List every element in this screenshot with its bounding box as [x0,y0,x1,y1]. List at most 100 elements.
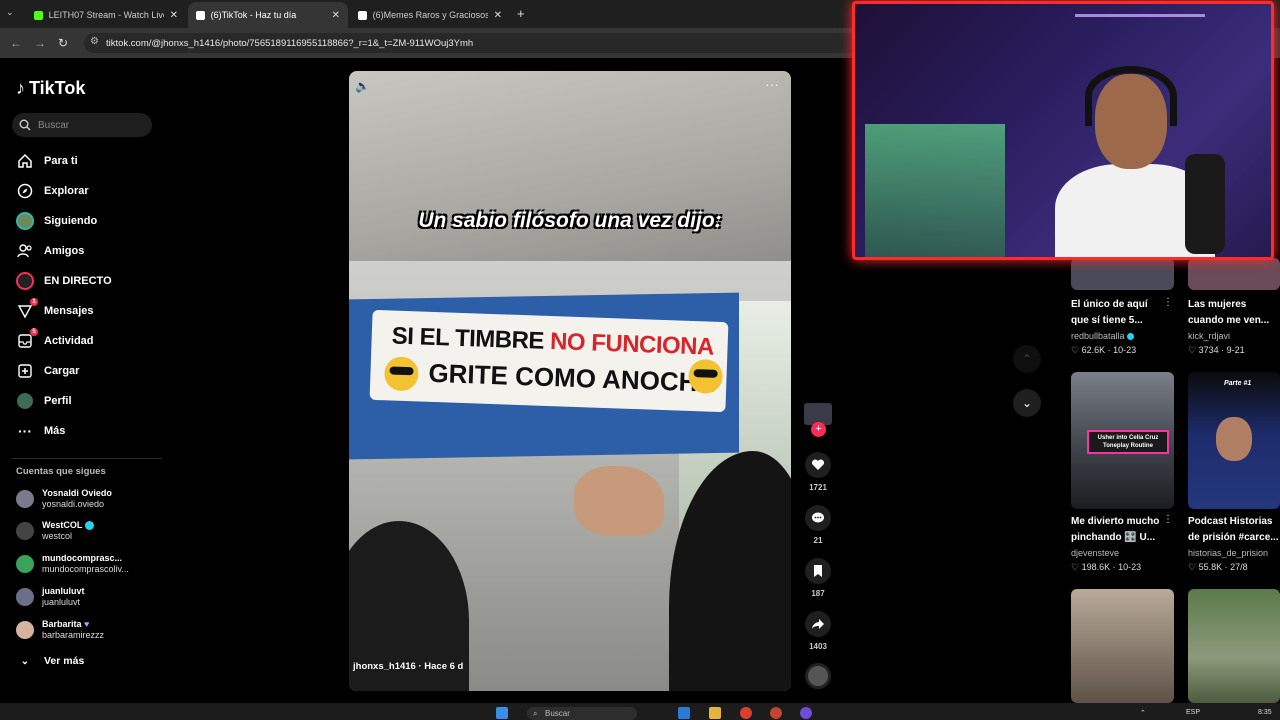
site-info-icon[interactable]: ⚙ [90,36,99,47]
video-sign: SI EL TIMBRE NO FUNCIONA GRITE COMO ANOC… [369,309,729,413]
feed-thumbnail[interactable]: Parte #1 [1188,372,1280,509]
feed-card-title[interactable]: Podcast Historias de prisión #carce... [1188,514,1279,546]
menu-item-en-directo[interactable]: EN DIRECTO [16,269,112,293]
video-scene [349,71,791,271]
reload-icon[interactable]: ↻ [58,36,68,50]
menu-item-para-ti[interactable]: Para ti [16,149,78,173]
store-icon[interactable] [678,707,690,719]
feed-card-title[interactable]: Me divierto mucho pinchando 🎛️ U... [1071,514,1159,546]
search-input[interactable]: Buscar [12,113,152,137]
next-video-button[interactable]: ⌄ [1013,389,1041,417]
tab-tiktok-home[interactable]: (6)TikTok - Haz tu día ✕ [188,2,348,28]
new-tab-button[interactable]: + [517,6,525,21]
save-button[interactable]: 187 [801,558,835,598]
like-button[interactable]: 1721 [801,452,835,492]
feed-card-user[interactable]: redbullbatalla [1071,331,1135,341]
followed-account[interactable]: mundocomprasc... mundocomprascoliv... [16,550,129,578]
post-date: 10-23 [1118,562,1142,572]
feed-card-stats: ♡ 3734 · 9-21 [1188,345,1245,355]
video-author[interactable]: jhonxs_h1416 · Hace 6 d [353,661,463,672]
close-tab-icon[interactable]: ✕ [332,10,340,21]
clock[interactable]: 8:35 [1258,709,1272,716]
feed-card-title[interactable]: El único de aquí que sí tiene 5... [1071,297,1148,329]
webcam-streamer [1055,66,1215,257]
tab-tiktok-memes[interactable]: (6)Memes Raros y Graciosos pa ✕ [350,2,510,28]
followed-account[interactable]: Barbarita ♥ barbaramirezzz [16,616,104,644]
tab-label: LEITH07 Stream - Watch Live o [48,10,164,20]
see-more-button[interactable]: ⌄ Ver más [16,649,85,673]
upload-icon [16,362,34,380]
close-tab-icon[interactable]: ✕ [170,10,178,21]
previous-video-button[interactable]: ⌃ [1013,345,1041,373]
tab-list-chevron-icon[interactable]: ⌄ [6,7,14,18]
menu-item-amigos[interactable]: Amigos [16,239,84,263]
comment-button[interactable]: 21 [801,505,835,545]
webcam-scene [1085,66,1177,126]
menu-item-explorar[interactable]: Explorar [16,179,89,203]
followed-account[interactable]: Yosnaldi Oviedo yosnaldi.oviedo [16,485,112,513]
feed-card-user[interactable]: historias_de_prision [1188,548,1268,558]
search-icon: ⌕ [533,709,538,718]
verified-badge-icon [84,521,94,531]
taskbar-search[interactable]: ⌕ Buscar [527,707,637,720]
feed-thumbnail[interactable]: Usher into Celia Cruz Toneplay Routine [1071,372,1174,509]
account-name: mundocomprasc... [42,553,123,563]
tiktok-logo[interactable]: ♪ TikTok [16,78,85,99]
video-player[interactable]: SI EL TIMBRE NO FUNCIONA GRITE COMO ANOC… [349,71,791,691]
account-handle: mundocomprascoliv... [42,564,129,574]
follow-plus-button[interactable]: + [811,422,826,437]
menu-label: Mensajes [44,305,94,317]
menu-label: Explorar [44,185,89,197]
menu-label: Actividad [44,335,94,347]
feed-card-user[interactable]: djevensteve [1071,548,1119,558]
menu-item-cargar[interactable]: Cargar [16,359,79,383]
feed-thumbnail[interactable] [1071,258,1174,290]
tab-label: (6)TikTok - Haz tu día [210,10,297,20]
back-arrow-icon[interactable]: ← [10,36,22,50]
account-name: juanluluvt [42,586,85,596]
webcam-scene [1185,154,1225,254]
profile-icon [16,392,34,410]
feed-card-user[interactable]: kick_rdjavi [1188,331,1230,341]
music-disc-avatar[interactable] [805,663,831,689]
tab-kick-stream[interactable]: LEITH07 Stream - Watch Live o ✕ [26,2,186,28]
feed-thumbnail[interactable] [1071,589,1174,703]
windows-start-icon[interactable] [496,707,508,719]
menu-item-siguiendo[interactable]: Siguiendo [16,209,97,233]
close-tab-icon[interactable]: ✕ [494,10,502,21]
share-button[interactable]: 1403 [801,611,835,651]
volume-icon[interactable]: 🔈 [355,79,370,93]
tiktok-favicon-icon [196,10,205,20]
app-icon[interactable] [770,707,782,719]
avatar [16,490,34,508]
more-dots-icon: ··· [18,423,32,439]
avatar [16,621,34,639]
heart-outline-icon: ♡ [1188,562,1197,572]
tray-chevron-icon[interactable]: ⌃ [1140,709,1146,717]
feed-thumbnail[interactable] [1188,258,1280,290]
app-icon[interactable] [800,707,812,719]
folder-icon[interactable] [709,707,721,719]
followed-account[interactable]: juanluluvt juanluluvt [16,583,85,611]
card-more-icon[interactable]: ⋮ [1163,297,1173,308]
menu-item-perfil[interactable]: Perfil [16,389,72,413]
menu-item-mas[interactable]: ··· Más [16,419,65,443]
chrome-icon[interactable] [740,707,752,719]
followed-account[interactable]: WestCOL westcol [16,517,94,545]
more-options-icon[interactable]: ··· [765,76,779,92]
card-more-icon[interactable]: ⋮ [1163,514,1173,525]
menu-item-actividad[interactable]: 5 Actividad [16,328,94,353]
tab-label: (6)Memes Raros y Graciosos pa [372,10,488,20]
language-indicator[interactable]: ESP [1186,709,1200,716]
heart-outline-icon: ♡ [1071,562,1080,572]
feed-thumbnail[interactable] [1188,589,1280,703]
tiktok-favicon-icon [358,10,367,20]
heart-icon [805,452,831,478]
friends-icon [16,242,34,260]
forward-arrow-icon[interactable]: → [34,36,46,50]
menu-label: EN DIRECTO [44,275,112,287]
menu-item-mensajes[interactable]: 1 Mensajes [16,298,94,323]
url-field[interactable]: ⚙ tiktok.com/@jhonxs_h1416/photo/7565189… [84,33,884,53]
notification-badge: 5 [30,328,38,336]
feed-card-title[interactable]: Las mujeres cuando me ven... [1188,297,1269,329]
